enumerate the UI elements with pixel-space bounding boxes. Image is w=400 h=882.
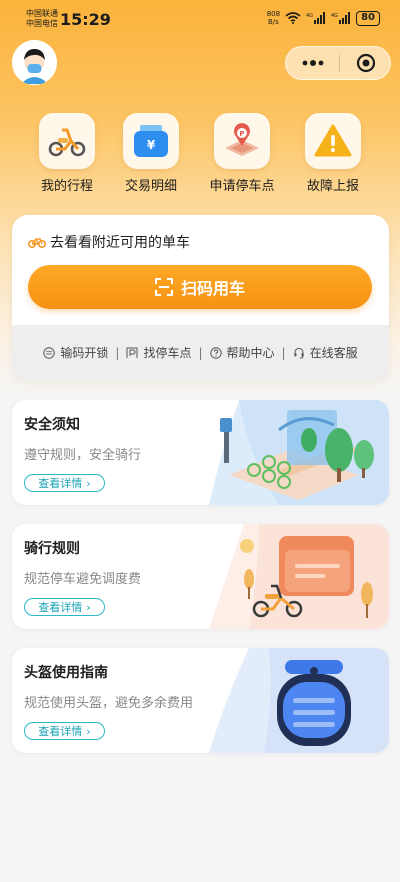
info-card-helmet-guide[interactable]: 头盔使用指南 规范使用头盔，避免多余费用 查看详情 › <box>12 648 389 753</box>
view-details-label: 查看详情 <box>38 477 83 490</box>
svg-text:4G: 4G <box>331 13 338 19</box>
chevron-right-icon: › <box>86 724 91 738</box>
tool-help-center[interactable]: 帮助中心 <box>209 344 275 361</box>
close-mini-program-button[interactable] <box>340 47 392 79</box>
carrier-2: 中国电信 <box>26 19 58 28</box>
quick-action-label: 交易明细 <box>124 179 177 194</box>
quick-action-tile <box>39 113 95 169</box>
svg-text:P: P <box>239 130 244 138</box>
scan-icon <box>154 278 173 296</box>
warning-icon <box>314 124 352 157</box>
info-card-title: 头盔使用指南 <box>24 665 108 681</box>
target-icon <box>356 53 376 73</box>
nearby-bikes-link[interactable]: 去看看附近可用的单车 <box>28 232 190 252</box>
more-dots-icon <box>302 60 323 66</box>
more-button[interactable] <box>286 47 339 79</box>
tool-online-support[interactable]: 在线客服 <box>293 344 358 361</box>
keypad-icon <box>43 346 56 359</box>
scan-to-ride-label: 扫码用车 <box>180 279 245 298</box>
status-indicators: 808 B/s 4G 4G 80 <box>267 10 380 26</box>
quick-action-label: 故障上报 <box>306 179 359 194</box>
view-details-button[interactable]: 查看详情 › <box>24 722 105 740</box>
info-card-safety[interactable]: 安全须知 遵守规则，安全骑行 查看详情 › <box>12 400 389 505</box>
info-card-riding-rules[interactable]: 骑行规则 规范停车避免调度费 查看详情 › <box>12 524 389 629</box>
network-speed: 808 B/s <box>266 10 281 26</box>
wallet-icon: ¥ <box>134 125 168 157</box>
quick-action-tile <box>305 113 361 169</box>
status-time: 15:29 <box>60 10 111 29</box>
bike-icon <box>28 238 46 248</box>
mini-program-capsule <box>285 46 391 80</box>
parking-icon <box>126 347 138 358</box>
scooter-icon <box>48 128 86 157</box>
view-details-label: 查看详情 <box>38 601 83 614</box>
quick-action-transactions[interactable]: ¥ 交易明细 <box>106 113 196 194</box>
tool-label: 帮助中心 <box>226 346 275 360</box>
info-card-description: 规范使用头盔，避免多余费用 <box>24 696 194 711</box>
headset-icon <box>293 347 304 358</box>
carrier-1: 中国联通 <box>26 9 58 18</box>
parking-map-icon: P <box>225 123 259 156</box>
view-details-label: 查看详情 <box>38 725 83 738</box>
svg-text:4G: 4G <box>306 13 313 19</box>
view-details-button[interactable]: 查看详情 › <box>24 474 105 492</box>
info-card-description: 遵守规则，安全骑行 <box>24 448 142 463</box>
quick-action-tile: P <box>214 113 270 169</box>
chevron-right-icon: › <box>86 600 91 614</box>
tool-label: 在线客服 <box>309 346 358 360</box>
safety-illustration <box>209 400 389 505</box>
tool-divider: | <box>281 345 286 360</box>
quick-action-fault-report[interactable]: 故障上报 <box>288 113 378 194</box>
signal-icon: 4G <box>306 12 326 24</box>
view-details-button[interactable]: 查看详情 › <box>24 598 105 616</box>
info-card-title: 骑行规则 <box>24 541 80 557</box>
tool-divider: | <box>198 345 203 360</box>
riding-rules-illustration <box>209 524 389 629</box>
battery-indicator: 80 <box>356 10 380 26</box>
user-avatar-icon <box>12 40 57 85</box>
quick-action-apply-parking[interactable]: P 申请停车点 <box>197 113 287 194</box>
status-bar: 中国联通 中国电信 15:29 808 B/s 4G 4G 80 <box>0 0 400 40</box>
info-card-title: 安全须知 <box>24 417 80 433</box>
tool-enter-code-unlock[interactable]: 输码开锁 <box>43 344 108 361</box>
chevron-right-icon: › <box>86 476 91 490</box>
quick-action-my-trips[interactable]: 我的行程 <box>22 113 112 194</box>
svg-text:¥: ¥ <box>147 138 156 152</box>
carrier-names: 中国联通 中国电信 <box>26 9 58 29</box>
quick-action-tile: ¥ <box>123 113 179 169</box>
tool-label: 找停车点 <box>143 346 192 360</box>
avatar[interactable] <box>12 40 57 85</box>
nearby-bikes-text: 去看看附近可用的单车 <box>50 235 190 251</box>
tool-find-parking[interactable]: 找停车点 <box>126 344 191 361</box>
signal-icon-2: 4G <box>331 12 351 24</box>
quick-action-label: 申请停车点 <box>209 179 275 194</box>
ride-tools-bar: 输码开锁 | 找停车点 | 帮助中心 | 在线客服 <box>12 325 389 380</box>
tool-divider: | <box>115 345 120 360</box>
ride-card: 去看看附近可用的单车 扫码用车 输码开锁 | 找停车点 | 帮助中心 | 在线客… <box>12 215 389 380</box>
wifi-icon <box>285 12 301 24</box>
tool-label: 输码开锁 <box>60 346 109 360</box>
helmet-illustration <box>209 648 389 753</box>
help-icon <box>209 346 222 359</box>
info-card-description: 规范停车避免调度费 <box>24 572 142 587</box>
quick-action-label: 我的行程 <box>40 179 93 194</box>
scan-to-ride-button[interactable]: 扫码用车 <box>28 265 372 309</box>
